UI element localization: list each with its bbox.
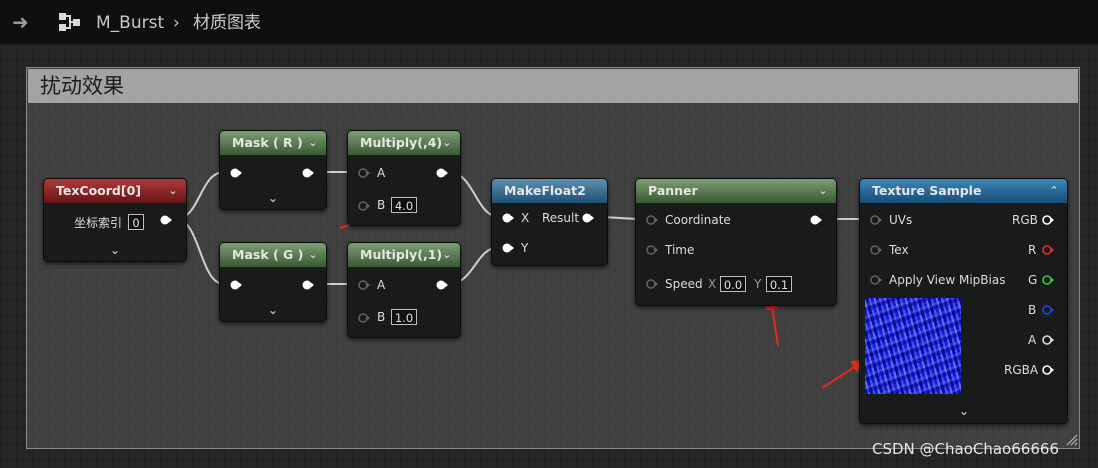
speed-x-label: X <box>708 277 717 291</box>
node-panner[interactable]: Panner ⌄ Coordinate Time Speed X 0.0 Y 0… <box>635 178 837 306</box>
watermark: CSDN @ChaoChao66666 <box>872 440 1059 458</box>
output-pin[interactable] <box>436 168 448 178</box>
pin-label-mipbias: Apply View MipBias <box>889 273 1006 287</box>
coordinate-index-input[interactable]: 0 <box>128 214 144 230</box>
node-mask-g[interactable]: Mask ( G ) ⌄ ⌄ <box>219 242 327 322</box>
output-pin-g[interactable] <box>1042 275 1054 285</box>
input-pin-coordinate[interactable] <box>646 215 658 225</box>
pin-label-a: A <box>377 278 386 292</box>
input-pin-a[interactable] <box>358 168 370 178</box>
output-pin[interactable] <box>160 215 172 225</box>
output-pin-r[interactable] <box>1042 245 1054 255</box>
pin-label-g: G <box>1028 273 1038 287</box>
node-header[interactable]: Panner ⌄ <box>636 179 836 203</box>
node-header[interactable]: Multiply(,1) ⌄ <box>348 243 460 267</box>
node-header[interactable]: Mask ( R ) ⌄ <box>220 131 326 155</box>
chevron-up-icon[interactable]: ⌃ <box>1047 184 1061 198</box>
input-pin-b[interactable] <box>358 201 370 211</box>
pin-label-tex: Tex <box>889 243 909 257</box>
node-title: Panner <box>648 183 698 198</box>
annotation-arrow-preview <box>821 365 857 389</box>
pin-label-time: Time <box>665 243 695 257</box>
input-pin-uvs[interactable] <box>870 215 882 225</box>
pin-label-result: Result <box>542 211 580 225</box>
node-multiply-1[interactable]: Multiply(,1) ⌄ A B 1.0 <box>347 242 461 338</box>
resize-grip-icon[interactable] <box>1064 432 1078 446</box>
pin-label-b: B <box>377 310 386 324</box>
annotation-arrow-panner <box>771 305 779 347</box>
input-pin-a[interactable] <box>358 280 370 290</box>
node-title: MakeFloat2 <box>504 183 586 198</box>
node-title: Mask ( R ) <box>232 135 303 150</box>
node-header[interactable]: Texture Sample ⌃ <box>860 179 1067 203</box>
chevron-down-icon[interactable]: ⌄ <box>306 136 320 150</box>
chevron-down-icon[interactable]: ⌄ <box>440 136 454 150</box>
node-title: Texture Sample <box>872 183 982 198</box>
b-value-input[interactable]: 1.0 <box>391 309 417 325</box>
input-pin-b[interactable] <box>358 313 370 323</box>
node-texcoord[interactable]: TexCoord[0] ⌄ 坐标索引 0 ⌄ <box>43 178 187 262</box>
node-title: TexCoord[0] <box>56 183 141 198</box>
pin-label-a: A <box>377 166 386 180</box>
output-pin-rgba[interactable] <box>1042 365 1054 375</box>
output-pin-a[interactable] <box>1042 335 1054 345</box>
input-pin[interactable] <box>230 168 242 178</box>
node-title: Mask ( G ) <box>232 247 304 262</box>
input-pin-mipbias[interactable] <box>870 275 882 285</box>
chevron-down-icon[interactable]: ⌄ <box>956 405 972 417</box>
chevron-down-icon[interactable]: ⌄ <box>166 184 180 198</box>
pin-label-b: B <box>1028 303 1037 317</box>
pin-label-speed: Speed <box>665 277 703 291</box>
output-pin[interactable] <box>302 280 314 290</box>
node-header[interactable]: MakeFloat2 <box>492 179 607 203</box>
b-value-input[interactable]: 4.0 <box>391 197 417 213</box>
chevron-down-icon[interactable]: ⌄ <box>107 244 123 256</box>
pin-label-b: B <box>377 198 386 212</box>
output-pin[interactable] <box>582 213 594 223</box>
output-pin[interactable] <box>436 280 448 290</box>
chevron-down-icon[interactable]: ⌄ <box>306 248 320 262</box>
pin-label-r: R <box>1028 243 1037 257</box>
pin-label-uvs: UVs <box>889 213 913 227</box>
chevron-down-icon[interactable]: ⌄ <box>440 248 454 262</box>
output-pin-rgb[interactable] <box>1042 215 1054 225</box>
input-pin-speed[interactable] <box>646 279 658 289</box>
node-header[interactable]: TexCoord[0] ⌄ <box>44 179 186 203</box>
chevron-down-icon[interactable]: ⌄ <box>816 184 830 198</box>
node-makefloat2[interactable]: MakeFloat2 X Result Y <box>491 178 608 266</box>
output-pin[interactable] <box>810 215 822 225</box>
output-pin[interactable] <box>302 168 314 178</box>
pin-label-a: A <box>1028 333 1037 347</box>
node-header[interactable]: Mask ( G ) ⌄ <box>220 243 326 267</box>
chevron-down-icon[interactable]: ⌄ <box>265 304 281 316</box>
texture-preview-thumbnail <box>865 298 961 394</box>
chevron-down-icon[interactable]: ⌄ <box>265 192 281 204</box>
pin-label-rgba: RGBA <box>1004 363 1039 377</box>
param-label: 坐标索引 <box>74 216 123 230</box>
input-pin-x[interactable] <box>502 213 514 223</box>
pin-label-y: Y <box>521 241 529 255</box>
node-mask-r[interactable]: Mask ( R ) ⌄ ⌄ <box>219 130 327 210</box>
pin-label-coordinate: Coordinate <box>665 213 731 227</box>
speed-y-input[interactable]: 0.1 <box>766 276 792 292</box>
node-title: Multiply(,1) <box>360 247 443 262</box>
input-pin[interactable] <box>230 280 242 290</box>
node-title: Multiply(,4) <box>360 135 443 150</box>
speed-y-label: Y <box>754 277 762 291</box>
speed-x-input[interactable]: 0.0 <box>720 276 746 292</box>
pin-label-rgb: RGB <box>1012 213 1038 227</box>
pin-label-x: X <box>521 211 530 225</box>
output-pin-b[interactable] <box>1042 305 1054 315</box>
input-pin-y[interactable] <box>502 243 514 253</box>
node-header[interactable]: Multiply(,4) ⌄ <box>348 131 460 155</box>
node-multiply-4[interactable]: Multiply(,4) ⌄ A B 4.0 <box>347 130 461 226</box>
input-pin-time[interactable] <box>646 245 658 255</box>
input-pin-tex[interactable] <box>870 245 882 255</box>
